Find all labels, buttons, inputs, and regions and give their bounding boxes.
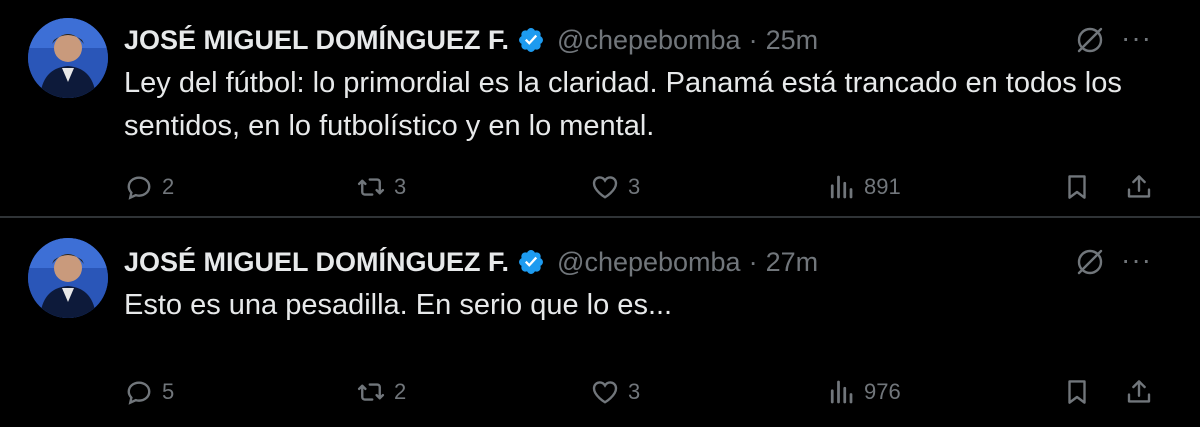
grok-icon[interactable] xyxy=(1074,246,1106,278)
author-name[interactable]: JOSÉ MIGUEL DOMÍNGUEZ F. xyxy=(124,25,509,56)
author-handle[interactable]: @chepebomba xyxy=(557,247,741,278)
bookmark-button[interactable] xyxy=(1062,167,1092,207)
reply-icon xyxy=(127,381,151,405)
tweet[interactable]: JOSÉ MIGUEL DOMÍNGUEZ F. @chepebomba · 2… xyxy=(0,216,1200,427)
timestamp[interactable]: 27m xyxy=(766,247,819,278)
grok-icon[interactable] xyxy=(1074,24,1106,56)
reply-count: 2 xyxy=(162,174,175,199)
separator: · xyxy=(748,24,758,55)
heart-icon xyxy=(592,381,618,404)
repost-count: 2 xyxy=(394,379,407,404)
views-icon xyxy=(830,380,853,404)
like-button[interactable]: 3 xyxy=(590,372,640,412)
repost-button[interactable]: 2 xyxy=(356,372,406,412)
tweet-actions: 2 3 3 891 xyxy=(120,167,1160,207)
heart-icon xyxy=(592,176,618,199)
repost-icon xyxy=(357,178,385,196)
like-count: 3 xyxy=(628,379,641,404)
more-options-button[interactable]: ··· xyxy=(1121,244,1152,276)
author-name[interactable]: JOSÉ MIGUEL DOMÍNGUEZ F. xyxy=(124,247,509,278)
tweet[interactable]: JOSÉ MIGUEL DOMÍNGUEZ F. @chepebomba · 2… xyxy=(0,0,1200,216)
avatar[interactable] xyxy=(28,238,108,318)
timestamp[interactable]: 25m xyxy=(766,25,819,56)
verified-badge-icon xyxy=(519,250,544,274)
author-handle[interactable]: @chepebomba xyxy=(557,25,741,56)
reply-count: 5 xyxy=(162,379,175,404)
reply-icon xyxy=(127,176,151,200)
views-count: 891 xyxy=(864,174,901,199)
share-icon xyxy=(1127,175,1151,198)
like-count: 3 xyxy=(628,174,641,199)
reply-button[interactable]: 2 xyxy=(124,167,174,207)
tweet-text: Ley del fútbol: lo primordial es la clar… xyxy=(124,67,1122,142)
bookmark-icon xyxy=(1068,380,1086,404)
repost-button[interactable]: 3 xyxy=(356,167,406,207)
repost-icon xyxy=(357,383,385,401)
more-options-button[interactable]: ··· xyxy=(1121,22,1152,54)
separator: · xyxy=(748,246,758,277)
views-count: 976 xyxy=(864,379,901,404)
repost-count: 3 xyxy=(394,174,407,199)
views-button[interactable]: 891 xyxy=(826,167,901,207)
avatar[interactable] xyxy=(28,18,108,98)
bookmark-icon xyxy=(1068,175,1086,199)
like-button[interactable]: 3 xyxy=(590,167,640,207)
views-button[interactable]: 976 xyxy=(826,372,901,412)
tweet-actions: 5 2 3 976 xyxy=(120,372,1160,412)
share-button[interactable] xyxy=(1124,372,1154,412)
bookmark-button[interactable] xyxy=(1062,372,1092,412)
views-icon xyxy=(830,175,853,199)
share-icon xyxy=(1127,380,1151,403)
share-button[interactable] xyxy=(1124,167,1154,207)
reply-button[interactable]: 5 xyxy=(124,372,174,412)
verified-badge-icon xyxy=(519,28,544,52)
tweet-text: Esto es una pesadilla. En serio que lo e… xyxy=(124,289,673,321)
